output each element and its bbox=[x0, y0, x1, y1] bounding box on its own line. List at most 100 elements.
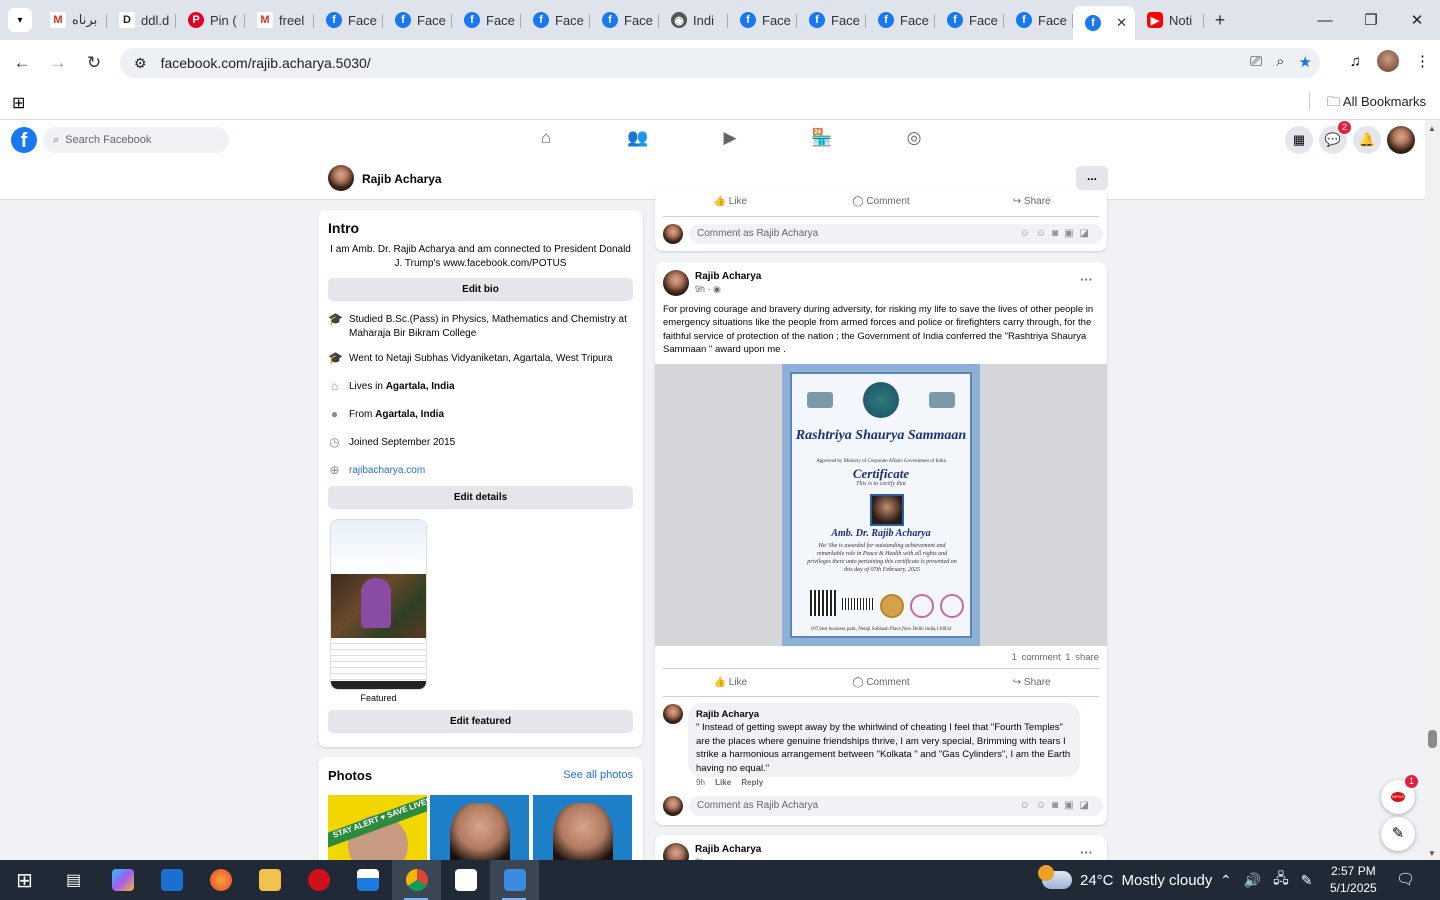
back-button[interactable]: ← bbox=[4, 53, 40, 73]
browser-tab[interactable]: f Face bbox=[383, 4, 452, 36]
store-taskbar-icon[interactable] bbox=[343, 860, 392, 900]
comment-tools-icons[interactable]: ☺☺◙▣◪ bbox=[1020, 796, 1095, 816]
browser-tab[interactable]: f Face bbox=[590, 4, 659, 36]
app-taskbar-icon[interactable] bbox=[147, 860, 196, 900]
edit-bio-button[interactable]: Edit bio bbox=[328, 278, 633, 301]
notifications-bell-icon[interactable]: 🔔 bbox=[1353, 126, 1381, 154]
task-view-button[interactable]: ▤ bbox=[49, 860, 98, 900]
friends-nav-icon[interactable]: 👥 bbox=[592, 128, 684, 148]
network-icon[interactable]: 🖧 bbox=[1273, 868, 1289, 892]
reload-button[interactable]: ↻ bbox=[76, 53, 112, 73]
address-bar[interactable]: ⚙ facebook.com/rajib.acharya.5030/ ⎚ ⌕ ★ bbox=[120, 48, 1320, 78]
tab-close-icon[interactable]: ✕ bbox=[1116, 15, 1127, 31]
post-timestamp[interactable]: 9h · ◉ bbox=[695, 284, 721, 295]
site-info-icon[interactable]: ⚙ bbox=[134, 55, 147, 72]
browser-tab[interactable]: f Face bbox=[452, 4, 521, 36]
marketplace-nav-icon[interactable]: 🏪 bbox=[776, 128, 868, 148]
photo-app-taskbar-icon[interactable] bbox=[490, 860, 539, 900]
browser-tab[interactable]: f Face bbox=[521, 4, 590, 36]
chat-head[interactable]: NEWS 1 bbox=[1381, 775, 1418, 814]
pen-icon[interactable]: ✎ bbox=[1301, 872, 1313, 889]
url-text[interactable]: facebook.com/rajib.acharya.5030/ bbox=[161, 55, 371, 71]
comment-like-link[interactable]: Like bbox=[715, 778, 731, 787]
weather-widget[interactable]: 24°C Mostly cloudy bbox=[1038, 860, 1212, 900]
account-avatar[interactable] bbox=[1387, 126, 1415, 154]
browser-tab[interactable]: f Face bbox=[314, 4, 383, 36]
browser-tab[interactable]: f Face bbox=[728, 4, 797, 36]
browser-tab[interactable]: ▶ Noti bbox=[1135, 4, 1204, 36]
comment-input[interactable]: Comment as Rajib Acharya ☺☺◙▣◪ bbox=[689, 796, 1103, 816]
chrome-taskbar-icon[interactable] bbox=[392, 860, 441, 900]
browser-tab[interactable]: Dddl.d bbox=[107, 4, 176, 36]
post-image[interactable]: Rashtriya Shaurya Sammaan Approved by Mi… bbox=[655, 364, 1107, 646]
comment-button[interactable]: ◯ Comment bbox=[806, 196, 957, 207]
notification-center-icon[interactable]: 🗨 bbox=[1396, 870, 1415, 888]
browser-menu-icon[interactable]: ⋮ bbox=[1415, 52, 1430, 70]
like-button[interactable]: 👍 Like bbox=[655, 196, 806, 207]
browser-tab[interactable]: Mfreel bbox=[245, 4, 314, 36]
scroll-up-arrow[interactable]: ▲ bbox=[1428, 124, 1436, 133]
comment-author-avatar[interactable] bbox=[663, 704, 683, 724]
new-tab-button[interactable]: + bbox=[1204, 10, 1236, 31]
browser-profile-avatar[interactable] bbox=[1377, 50, 1399, 72]
zoom-icon[interactable]: ⌕ bbox=[1276, 53, 1284, 71]
scrollbar-thumb[interactable] bbox=[1428, 730, 1437, 748]
browser-tab[interactable]: M برناه bbox=[38, 4, 107, 36]
notepad-taskbar-icon[interactable] bbox=[441, 860, 490, 900]
close-window-button[interactable]: ✕ bbox=[1394, 0, 1440, 40]
facebook-logo-icon[interactable]: f bbox=[11, 127, 37, 153]
profile-name[interactable]: Rajib Acharya bbox=[362, 172, 442, 186]
website-link[interactable]: rajibacharya.com bbox=[349, 464, 425, 478]
browser-tab[interactable]: f Face bbox=[1004, 4, 1073, 36]
comment-author[interactable]: Rajib Acharya bbox=[696, 709, 759, 720]
post-options-button[interactable]: ··· bbox=[1080, 845, 1093, 860]
apps-grid-icon[interactable]: ⊞ bbox=[12, 93, 25, 113]
firefox-taskbar-icon[interactable] bbox=[196, 860, 245, 900]
restore-button[interactable]: ❐ bbox=[1348, 0, 1394, 40]
video-nav-icon[interactable]: ▶ bbox=[684, 128, 776, 148]
photo-thumbnail[interactable] bbox=[430, 795, 529, 865]
start-button[interactable]: ⊞ bbox=[0, 860, 49, 900]
browser-tab[interactable]: f ✕ bbox=[1073, 6, 1135, 40]
browser-tab[interactable]: f Face bbox=[797, 4, 866, 36]
forward-button[interactable]: → bbox=[40, 53, 76, 73]
share-button[interactable]: ↪ Share bbox=[956, 196, 1107, 207]
share-button[interactable]: ↪ Share bbox=[956, 677, 1107, 688]
tab-search-dropdown-button[interactable]: ▾ bbox=[8, 8, 32, 32]
comment-button[interactable]: ◯ Comment bbox=[806, 677, 957, 688]
post-author-name[interactable]: Rajib Acharya bbox=[695, 271, 761, 282]
profile-more-button[interactable]: ... bbox=[1076, 166, 1108, 190]
install-app-icon[interactable]: ⎚ bbox=[1250, 53, 1262, 71]
file-explorer-taskbar-icon[interactable] bbox=[245, 860, 294, 900]
volume-icon[interactable]: 🔊 bbox=[1244, 872, 1261, 889]
messenger-button[interactable]: 💬 2 bbox=[1319, 121, 1351, 154]
comment-tools-icons[interactable]: ☺☺◙▣◪ bbox=[1020, 224, 1095, 244]
post-engagement-counts[interactable]: 1 comment 1 share bbox=[1012, 652, 1099, 663]
photo-thumbnail[interactable] bbox=[533, 795, 632, 865]
bookmark-star-icon[interactable]: ★ bbox=[1299, 53, 1312, 71]
see-all-photos-link[interactable]: See all photos bbox=[563, 769, 633, 781]
page-scrollbar[interactable]: ▲ ▼ bbox=[1425, 120, 1440, 860]
post-author-avatar[interactable] bbox=[663, 270, 689, 296]
groups-nav-icon[interactable]: ◎ bbox=[868, 128, 960, 148]
copilot-taskbar-icon[interactable] bbox=[98, 860, 147, 900]
post-author-name[interactable]: Rajib Acharya bbox=[695, 844, 761, 855]
edit-featured-button[interactable]: Edit featured bbox=[328, 710, 633, 733]
home-nav-icon[interactable]: ⌂ bbox=[500, 128, 592, 148]
browser-tab[interactable]: ◉ Indi bbox=[659, 4, 728, 36]
opera-taskbar-icon[interactable] bbox=[294, 860, 343, 900]
browser-tab[interactable]: f Face bbox=[866, 4, 935, 36]
minimize-button[interactable]: — bbox=[1302, 0, 1348, 40]
menu-grid-button[interactable]: ▦ bbox=[1285, 126, 1313, 154]
media-control-icon[interactable]: ♫ bbox=[1350, 53, 1361, 70]
new-message-button[interactable]: ✎ bbox=[1381, 817, 1415, 851]
edit-details-button[interactable]: Edit details bbox=[328, 486, 633, 509]
chevron-up-icon[interactable]: ⌃ bbox=[1220, 872, 1232, 889]
comment-time[interactable]: 9h bbox=[696, 778, 705, 787]
all-bookmarks-button[interactable]: 🗀 All Bookmarks bbox=[1327, 93, 1426, 115]
post-options-button[interactable]: ··· bbox=[1080, 272, 1093, 287]
scroll-down-arrow[interactable]: ▼ bbox=[1428, 849, 1436, 858]
featured-thumbnail[interactable] bbox=[330, 519, 427, 690]
browser-tab[interactable]: P Pin ( bbox=[176, 4, 245, 36]
browser-tab[interactable]: f Face bbox=[935, 4, 1004, 36]
